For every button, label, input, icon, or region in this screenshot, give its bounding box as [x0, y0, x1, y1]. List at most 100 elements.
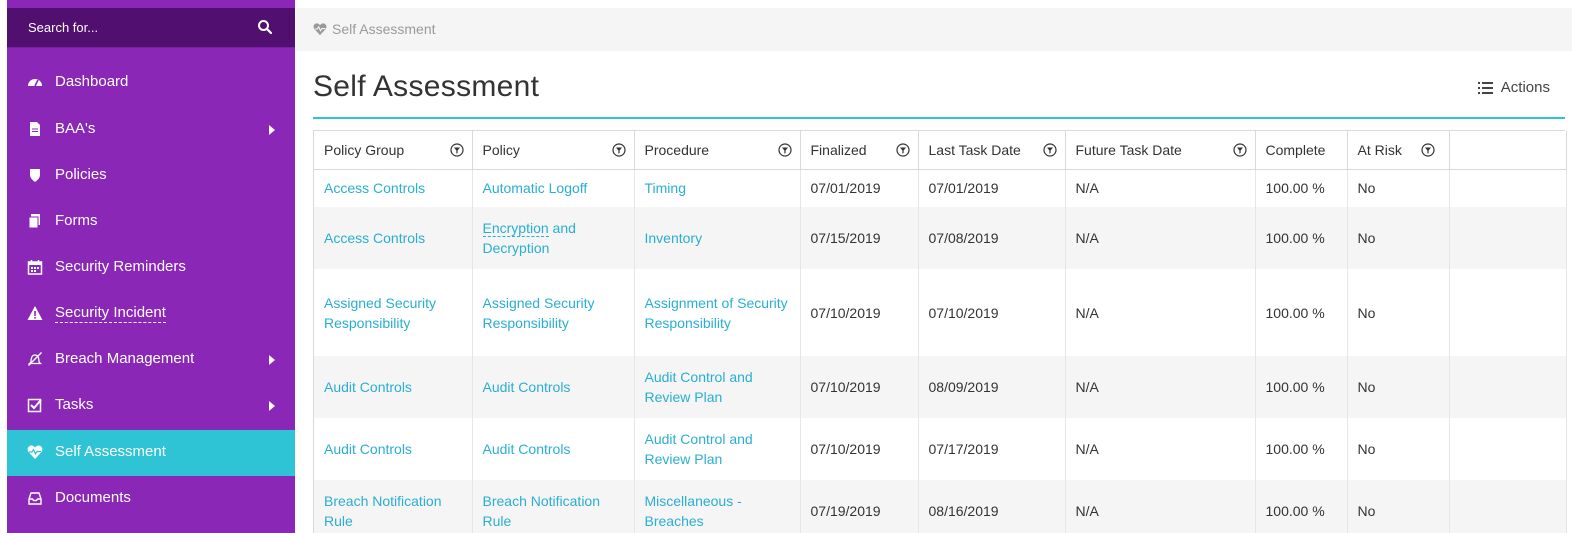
- sidebar-item-security-incident[interactable]: Security Incident: [7, 291, 295, 337]
- table-row[interactable]: Assigned Security Responsibility Assigne…: [314, 269, 1567, 356]
- procedure-link[interactable]: Audit Control and Review Plan: [634, 356, 801, 418]
- complete-cell: 100.00 %: [1255, 356, 1348, 418]
- glossary-term[interactable]: Encryption: [482, 220, 549, 237]
- sidebar-item-documents[interactable]: Documents: [7, 476, 295, 522]
- column-header-finalized[interactable]: Finalized: [800, 131, 919, 170]
- actions-button[interactable]: Actions: [1477, 79, 1550, 96]
- sidebar-item-baas[interactable]: BAA's: [7, 107, 295, 153]
- table-row[interactable]: Audit Controls Audit Controls Audit Cont…: [314, 418, 1567, 480]
- procedure-link[interactable]: Timing: [634, 169, 801, 207]
- policy-link[interactable]: Audit Controls: [472, 418, 635, 480]
- filter-icon[interactable]: [1232, 143, 1247, 157]
- finalized-cell: 07/15/2019: [800, 207, 919, 269]
- sidebar-item-security-reminders[interactable]: Security Reminders: [7, 245, 295, 291]
- sidebar-item-label: Tasks: [55, 396, 94, 413]
- column-header-policy[interactable]: Policy: [472, 131, 635, 170]
- table-row[interactable]: Breach Notification Rule Breach Notifica…: [314, 480, 1567, 533]
- at-risk-cell: No: [1347, 480, 1450, 533]
- complete-cell: 100.00 %: [1255, 207, 1348, 269]
- column-header-procedure[interactable]: Procedure: [634, 131, 801, 170]
- filter-icon[interactable]: [611, 143, 626, 157]
- column-header-last-task-date[interactable]: Last Task Date: [918, 131, 1066, 170]
- sidebar-item-label: Breach Management: [55, 350, 195, 367]
- policy-link[interactable]: Breach Notification Rule: [472, 480, 635, 533]
- column-header-policy-group[interactable]: Policy Group: [314, 131, 473, 170]
- policy-link[interactable]: Assigned Security Responsibility: [472, 269, 635, 356]
- search-input[interactable]: Search for...: [7, 8, 295, 48]
- policy-link[interactable]: Audit Controls: [472, 356, 635, 418]
- finalized-cell: 07/10/2019: [800, 269, 919, 356]
- sidebar-item-label: Forms: [55, 212, 98, 229]
- sidebar-item-label: Security Incident: [55, 304, 166, 323]
- at-risk-cell: No: [1347, 169, 1450, 207]
- procedure-link[interactable]: Assignment of Security Responsibility: [634, 269, 801, 356]
- last-task-date-cell: 07/01/2019: [918, 169, 1066, 207]
- procedure-link[interactable]: Miscellaneous - Breaches: [634, 480, 801, 533]
- sidebar-item-label: BAA's: [55, 120, 96, 137]
- actions-label: Actions: [1500, 79, 1550, 96]
- column-header-empty: [1449, 131, 1567, 170]
- filter-icon[interactable]: [449, 143, 464, 157]
- policy-group-link[interactable]: Breach Notification Rule: [314, 480, 473, 533]
- policy-group-link[interactable]: Access Controls: [314, 207, 473, 269]
- finalized-cell: 07/10/2019: [800, 418, 919, 480]
- at-risk-cell: No: [1347, 207, 1450, 269]
- sidebar-item-policies[interactable]: Policies: [7, 153, 295, 199]
- column-header-at-risk[interactable]: At Risk: [1347, 131, 1450, 170]
- search-placeholder: Search for...: [28, 20, 99, 35]
- sidebar-item-label: Dashboard: [55, 73, 129, 90]
- search-icon[interactable]: [257, 19, 273, 35]
- copy-icon: [28, 214, 40, 229]
- table-row[interactable]: Audit Controls Audit Controls Audit Cont…: [314, 356, 1567, 418]
- finalized-cell: 07/19/2019: [800, 480, 919, 533]
- policy-group-link[interactable]: Access Controls: [314, 169, 473, 207]
- table-row[interactable]: Access Controls Automatic Logoff Timing …: [314, 169, 1567, 207]
- sidebar-item-breach-management[interactable]: Breach Management: [7, 337, 295, 383]
- last-task-date-cell: 08/16/2019: [918, 480, 1066, 533]
- future-task-date-cell: N/A: [1065, 356, 1256, 418]
- filter-icon[interactable]: [777, 143, 792, 157]
- last-task-date-cell: 08/09/2019: [918, 356, 1066, 418]
- breadcrumb-item[interactable]: Self Assessment: [332, 21, 436, 37]
- future-task-date-cell: N/A: [1065, 480, 1256, 533]
- title-divider: [313, 117, 1565, 119]
- last-task-date-cell: 07/08/2019: [918, 207, 1066, 269]
- complete-cell: 100.00 %: [1255, 269, 1348, 356]
- filter-icon[interactable]: [895, 143, 910, 157]
- complete-cell: 100.00 %: [1255, 169, 1348, 207]
- empty-cell: [1449, 269, 1567, 356]
- policy-link[interactable]: Automatic Logoff: [472, 169, 635, 207]
- column-header-future-task-date[interactable]: Future Task Date: [1065, 131, 1256, 170]
- column-header-complete[interactable]: Complete: [1255, 131, 1348, 170]
- future-task-date-cell: N/A: [1065, 169, 1256, 207]
- future-task-date-cell: N/A: [1065, 207, 1256, 269]
- at-risk-cell: No: [1347, 356, 1450, 418]
- future-task-date-cell: N/A: [1065, 418, 1256, 480]
- sidebar-item-self-assessment[interactable]: Self Assessment: [7, 430, 295, 476]
- table-row[interactable]: Access Controls Encryption and Decryptio…: [314, 207, 1567, 269]
- procedure-link[interactable]: Inventory: [634, 207, 801, 269]
- shield-icon: [30, 169, 40, 182]
- empty-cell: [1449, 480, 1567, 533]
- dashboard-icon: [28, 79, 42, 87]
- heartbeat-icon: [27, 445, 43, 459]
- sidebar-item-label: Policies: [55, 166, 107, 183]
- sidebar-item-dashboard[interactable]: Dashboard: [7, 60, 295, 106]
- sidebar-item-forms[interactable]: Forms: [7, 199, 295, 245]
- warning-icon: [27, 306, 43, 320]
- empty-cell: [1449, 169, 1567, 207]
- empty-cell: [1449, 356, 1567, 418]
- sidebar-item-label: Documents: [55, 489, 131, 506]
- filter-icon[interactable]: [1042, 143, 1057, 157]
- policy-group-link[interactable]: Audit Controls: [314, 418, 473, 480]
- data-table: Policy Group Policy Procedure Finalized …: [314, 131, 1567, 533]
- chevron-right-icon: [269, 355, 275, 365]
- policy-group-link[interactable]: Audit Controls: [314, 356, 473, 418]
- sidebar-item-tasks[interactable]: Tasks: [7, 383, 295, 429]
- sidebar-item-label: Self Assessment: [55, 443, 166, 460]
- filter-icon[interactable]: [1420, 143, 1435, 157]
- procedure-link[interactable]: Audit Control and Review Plan: [634, 418, 801, 480]
- policy-group-link[interactable]: Assigned Security Responsibility: [314, 269, 473, 356]
- policy-link[interactable]: Encryption and Decryption: [472, 207, 635, 269]
- at-risk-cell: No: [1347, 269, 1450, 356]
